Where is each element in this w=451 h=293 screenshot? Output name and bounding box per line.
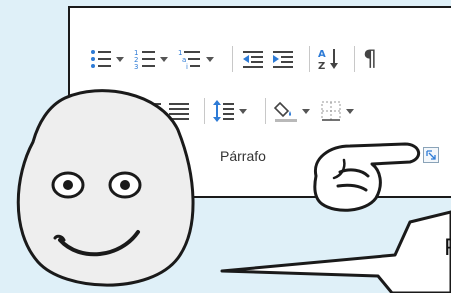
cartoon-face	[16, 89, 195, 287]
speech-bubble-text: P	[444, 236, 451, 261]
pointing-hand	[313, 142, 421, 212]
cartoon-illustration	[16, 89, 451, 293]
speech-bubble	[220, 210, 451, 293]
